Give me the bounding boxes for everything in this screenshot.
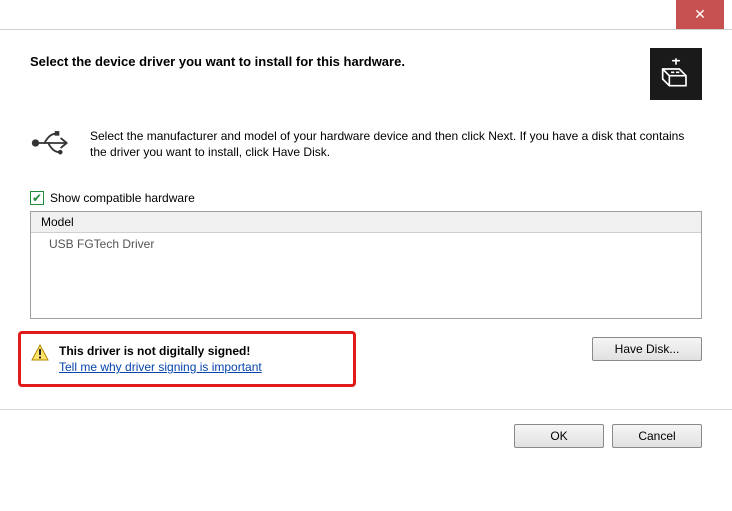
ok-button[interactable]: OK [514,424,604,448]
warning-area: This driver is not digitally signed! Tel… [30,331,702,387]
cancel-button[interactable]: Cancel [612,424,702,448]
warning-title: This driver is not digitally signed! [59,344,262,358]
header-row: Select the device driver you want to ins… [30,48,702,100]
warning-icon [31,344,49,362]
instruction-row: Select the manufacturer and model of you… [30,128,702,161]
checkbox-box: ✔ [30,191,44,205]
dialog-content: Select the device driver you want to ins… [0,30,732,399]
close-icon: ✕ [694,6,706,23]
device-card-icon [650,48,702,100]
have-disk-button[interactable]: Have Disk... [592,337,702,361]
model-list[interactable]: Model USB FGTech Driver [30,211,702,319]
check-icon: ✔ [32,192,42,204]
model-list-header[interactable]: Model [31,212,701,233]
signing-warning: This driver is not digitally signed! Tel… [18,331,356,387]
usb-icon [30,128,74,161]
close-button[interactable]: ✕ [676,0,724,29]
checkbox-label: Show compatible hardware [50,191,195,205]
dialog-footer: OK Cancel [0,409,732,448]
list-item[interactable]: USB FGTech Driver [31,233,701,255]
page-title: Select the device driver you want to ins… [30,48,405,69]
show-compatible-checkbox[interactable]: ✔ Show compatible hardware [30,191,702,205]
titlebar: ✕ [0,0,732,30]
instruction-text: Select the manufacturer and model of you… [90,128,702,160]
signing-info-link[interactable]: Tell me why driver signing is important [59,360,262,374]
warning-text: This driver is not digitally signed! Tel… [59,344,262,374]
